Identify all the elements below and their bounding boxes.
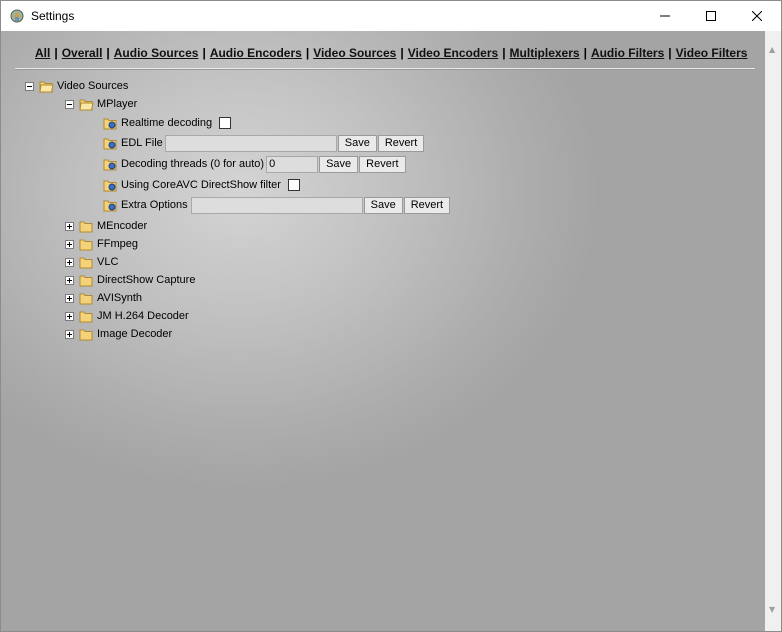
expand-toggle[interactable] bbox=[65, 329, 74, 339]
nav-separator: | bbox=[305, 46, 310, 60]
setting-folder-icon bbox=[103, 118, 117, 129]
nav-multiplexers[interactable]: Multiplexers bbox=[510, 46, 580, 60]
nav-separator: | bbox=[668, 46, 672, 60]
nav-overall[interactable]: Overall bbox=[62, 46, 103, 60]
expand-toggle[interactable] bbox=[65, 293, 74, 303]
nav-audio-sources[interactable]: Audio Sources bbox=[114, 46, 199, 60]
nav-video-sources[interactable]: Video Sources bbox=[313, 46, 396, 60]
tree-label[interactable]: MEncoder bbox=[97, 220, 147, 232]
tree-node-mplayer: MPlayer bbox=[65, 95, 137, 113]
folder-icon bbox=[79, 257, 93, 268]
tree-label[interactable]: JM H.264 Decoder bbox=[97, 310, 189, 322]
extra-save-button[interactable]: Save bbox=[363, 196, 403, 214]
collapse-toggle[interactable] bbox=[25, 81, 34, 91]
folder-icon bbox=[79, 329, 93, 340]
tree-label[interactable]: MPlayer bbox=[97, 98, 137, 110]
option-realtime-decoding: Realtime decoding bbox=[103, 114, 232, 132]
extra-revert-button[interactable]: Revert bbox=[403, 196, 451, 214]
option-label: EDL File bbox=[121, 137, 163, 149]
folder-icon bbox=[79, 275, 93, 286]
option-decoding-threads: Decoding threads (0 for auto) 0 Save Rev… bbox=[103, 155, 406, 173]
tree-label[interactable]: Video Sources bbox=[57, 80, 128, 92]
nav-video-encoders[interactable]: Video Encoders bbox=[408, 46, 498, 60]
option-label: Extra Options bbox=[121, 199, 188, 211]
nav-all[interactable]: All bbox=[35, 46, 50, 60]
nav-separator: | bbox=[54, 46, 58, 60]
close-icon bbox=[752, 11, 762, 21]
tree-node-jm-h264-decoder: JM H.264 Decoder bbox=[65, 307, 189, 325]
tree-label[interactable]: AVISynth bbox=[97, 292, 142, 304]
edl-save-button[interactable]: Save bbox=[337, 134, 377, 152]
expand-toggle[interactable] bbox=[65, 239, 74, 249]
tree-node-avisynth: AVISynth bbox=[65, 289, 142, 307]
expand-toggle[interactable] bbox=[65, 221, 74, 231]
setting-folder-icon bbox=[103, 180, 117, 191]
settings-content: All | Overall | Audio Sources | Audio Encoders… bbox=[1, 31, 765, 631]
edl-revert-button[interactable]: Revert bbox=[377, 134, 425, 152]
tree-label[interactable]: FFmpeg bbox=[97, 238, 138, 250]
maximize-button[interactable] bbox=[688, 1, 734, 31]
expand-toggle[interactable] bbox=[65, 275, 74, 285]
maximize-icon bbox=[706, 11, 716, 21]
title-bar[interactable]: Settings bbox=[1, 1, 781, 31]
expand-toggle[interactable] bbox=[65, 311, 74, 321]
tree-node-image-decoder: Image Decoder bbox=[65, 325, 172, 343]
decoding-threads-input[interactable]: 0 bbox=[266, 155, 319, 173]
folder-icon bbox=[79, 293, 93, 304]
tree-label[interactable]: VLC bbox=[97, 256, 118, 268]
minimize-icon bbox=[660, 15, 670, 17]
folder-icon bbox=[79, 311, 93, 322]
extra-options-input[interactable] bbox=[190, 196, 363, 214]
setting-folder-icon bbox=[103, 159, 117, 170]
tree-node-video-sources: Video Sources bbox=[25, 77, 128, 95]
threads-revert-button[interactable]: Revert bbox=[359, 155, 406, 173]
folder-icon bbox=[79, 239, 93, 250]
tree-node-ffmpeg: FFmpeg bbox=[65, 235, 138, 253]
nav-separator: | bbox=[583, 46, 587, 60]
nav-divider bbox=[15, 68, 755, 70]
option-extra-options: Extra Options Save Revert bbox=[103, 196, 451, 214]
app-icon bbox=[10, 9, 24, 23]
folder-open-icon bbox=[79, 99, 94, 110]
setting-folder-icon bbox=[103, 200, 117, 211]
option-coreavc: Using CoreAVC DirectShow filter bbox=[103, 176, 300, 194]
window-title: Settings bbox=[31, 9, 75, 23]
tree-node-vlc: VLC bbox=[65, 253, 118, 271]
nav-separator: | bbox=[502, 46, 506, 60]
collapse-toggle[interactable] bbox=[65, 99, 74, 109]
scroll-down-arrow-icon[interactable]: ▼ bbox=[769, 605, 775, 614]
close-button[interactable] bbox=[734, 1, 780, 31]
scroll-up-arrow-icon[interactable]: ▲ bbox=[769, 45, 775, 54]
nav-separator: | bbox=[106, 46, 110, 60]
coreavc-checkbox[interactable] bbox=[287, 179, 300, 191]
option-label: Realtime decoding bbox=[121, 117, 213, 129]
expand-toggle[interactable] bbox=[65, 257, 74, 267]
category-nav: All | Overall | Audio Sources | Audio Encoders… bbox=[35, 46, 747, 60]
folder-open-icon bbox=[39, 81, 54, 92]
nav-audio-filters[interactable]: Audio Filters bbox=[591, 46, 664, 60]
option-label: Decoding threads (0 for auto) bbox=[121, 158, 265, 170]
vertical-scrollbar[interactable]: ▲ ▼ bbox=[765, 31, 781, 631]
nav-separator: | bbox=[400, 46, 404, 60]
edl-file-input[interactable] bbox=[164, 134, 337, 152]
nav-separator: | bbox=[202, 46, 206, 60]
realtime-decoding-checkbox[interactable] bbox=[219, 117, 232, 129]
tree-node-mencoder: MEncoder bbox=[65, 217, 147, 235]
settings-window: Settings All | Overall | Audio Sources | Audio… bbox=[0, 0, 782, 632]
nav-audio-encoders[interactable]: Audio Encoders bbox=[210, 46, 302, 60]
tree-node-directshow-capture: DirectShow Capture bbox=[65, 271, 195, 289]
folder-icon bbox=[79, 221, 93, 232]
nav-video-filters[interactable]: Video Filters bbox=[676, 46, 748, 60]
option-edl-file: EDL File Save Revert bbox=[103, 134, 425, 152]
threads-save-button[interactable]: Save bbox=[319, 155, 359, 173]
option-label: Using CoreAVC DirectShow filter bbox=[121, 179, 281, 191]
tree-label[interactable]: Image Decoder bbox=[97, 328, 172, 340]
minimize-button[interactable] bbox=[642, 1, 688, 31]
setting-folder-icon bbox=[103, 138, 117, 149]
tree-label[interactable]: DirectShow Capture bbox=[97, 274, 195, 286]
